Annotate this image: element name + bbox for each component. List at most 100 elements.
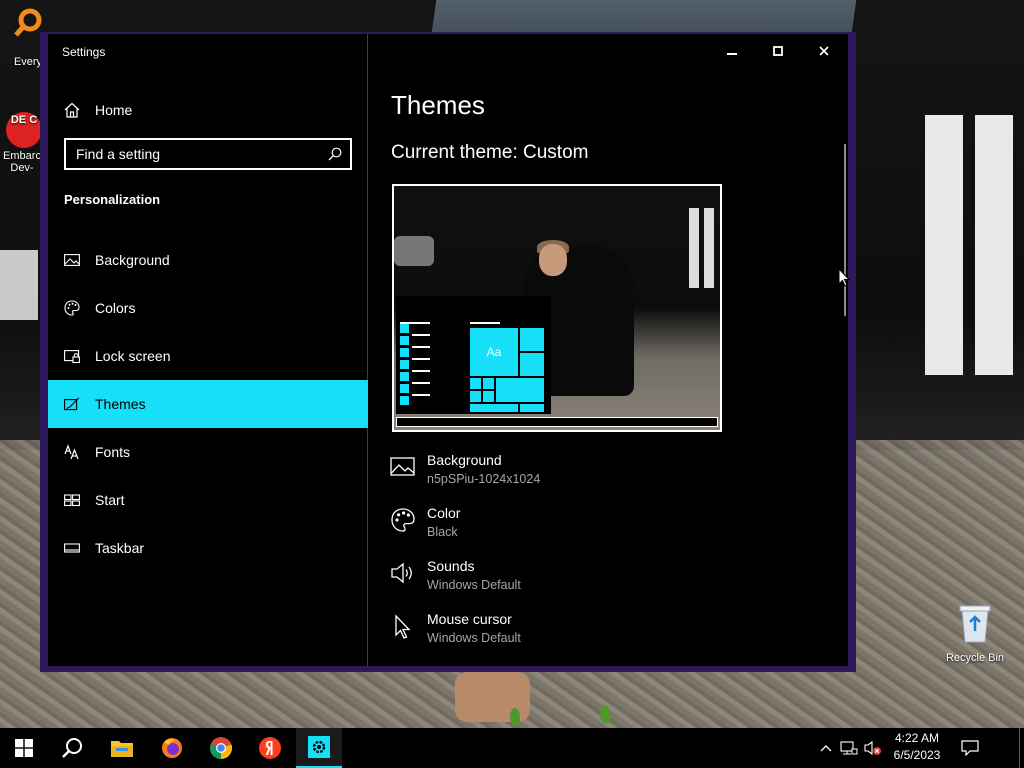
taskbar: 4:22 AM 6/5/2023	[0, 728, 1024, 768]
taskbar-settings[interactable]	[296, 728, 342, 768]
sidebar-item-lock-screen[interactable]: Lock screen	[48, 332, 368, 380]
preview-tile	[470, 404, 518, 412]
taskbar-search-button[interactable]	[48, 728, 96, 768]
recycle-bin-icon	[957, 602, 993, 644]
sidebar-nav: Background Colors Lock screen Themes Fon…	[48, 236, 368, 572]
volume-status[interactable]	[862, 728, 884, 768]
preview-tile	[400, 348, 409, 357]
preview-tile	[520, 404, 544, 412]
property-value: Windows Default	[427, 578, 521, 592]
property-title: Mouse cursor	[427, 611, 512, 627]
property-title: Color	[427, 505, 461, 521]
preview-tile	[520, 353, 544, 376]
maximize-button[interactable]	[755, 34, 801, 68]
picture-icon	[64, 252, 80, 268]
preview-taskbar	[396, 417, 718, 427]
preview-tile	[400, 360, 409, 369]
sidebar-item-background[interactable]: Background	[48, 236, 368, 284]
preview-stripe	[704, 208, 714, 288]
fonts-icon	[64, 444, 80, 460]
sidebar-item-fonts[interactable]: Fonts	[48, 428, 368, 476]
wallpaper-plant	[600, 705, 610, 723]
preview-line	[412, 358, 430, 360]
taskbar-yandex[interactable]	[246, 728, 294, 768]
preview-line	[412, 346, 430, 348]
preview-tile	[470, 378, 481, 389]
mouse-pointer	[838, 267, 851, 293]
home-label: Home	[95, 102, 133, 118]
close-icon	[819, 46, 829, 56]
preview-tile	[400, 336, 409, 345]
picture-icon	[390, 454, 416, 480]
window-title: Settings	[62, 45, 106, 59]
preview-tile	[483, 391, 494, 402]
firefox-icon	[162, 738, 182, 758]
desktop-icon-recycle-bin[interactable]: Recycle Bin	[942, 602, 1008, 664]
preview-tile	[400, 372, 409, 381]
wallpaper-stripe	[925, 115, 963, 375]
cursor-icon	[390, 613, 416, 639]
system-clock[interactable]: 4:22 AM 6/5/2023	[888, 730, 946, 764]
embarcadero-app-icon: DE C	[6, 112, 42, 148]
search-icon[interactable]	[328, 147, 342, 161]
sidebar-item-label: Fonts	[95, 444, 131, 460]
themes-content: Themes Current theme: Custom Aa Backgrou…	[369, 34, 848, 666]
maximize-icon	[773, 46, 783, 56]
sidebar-item-themes[interactable]: Themes	[48, 380, 368, 428]
taskbar-file-explorer[interactable]	[98, 728, 146, 768]
minimize-icon	[727, 53, 737, 55]
notification-icon	[961, 740, 979, 756]
gear-icon	[308, 736, 330, 758]
network-status[interactable]	[838, 728, 860, 768]
theme-color-setting[interactable]: Color Black	[390, 505, 460, 541]
search-app-icon	[13, 8, 43, 38]
preview-person-head	[539, 244, 567, 276]
windows-logo-icon	[15, 739, 33, 757]
sidebar-item-label: Start	[95, 492, 125, 508]
theme-mouse-cursor-setting[interactable]: Mouse cursor Windows Default	[390, 611, 521, 647]
sidebar-item-label: Background	[95, 252, 170, 268]
home-link[interactable]: Home	[64, 98, 132, 122]
show-hidden-icons-button[interactable]	[816, 728, 836, 768]
desktop-icon-label: Embarc Dev-	[3, 150, 41, 174]
preview-tile	[496, 378, 544, 402]
property-title: Background	[427, 452, 502, 468]
action-center-button[interactable]	[952, 728, 988, 768]
sidebar-item-colors[interactable]: Colors	[48, 284, 368, 332]
taskbar-firefox[interactable]	[148, 728, 196, 768]
minimize-button[interactable]	[709, 34, 755, 68]
sidebar-item-label: Taskbar	[95, 540, 145, 556]
taskbar-chrome[interactable]	[197, 728, 245, 768]
settings-window-body: Settings Home Personalization	[48, 34, 848, 666]
theme-background-setting[interactable]: Background n5pSPiu-1024x1024	[390, 452, 540, 488]
start-icon	[64, 492, 80, 508]
preview-line	[400, 322, 430, 324]
preview-start-mock: Aa	[396, 296, 551, 414]
settings-sidebar: Settings Home Personalization	[48, 34, 368, 666]
show-desktop-button[interactable]	[1019, 728, 1024, 768]
property-value: n5pSPiu-1024x1024	[427, 472, 541, 486]
wallpaper-stripe	[975, 115, 1013, 375]
preview-line	[412, 394, 430, 396]
settings-window: Settings Home Personalization	[40, 32, 856, 672]
preview-tile	[400, 324, 409, 333]
close-button[interactable]	[801, 34, 847, 68]
theme-preview: Aa	[392, 184, 722, 432]
page-title: Themes	[391, 90, 485, 120]
palette-icon	[64, 300, 80, 316]
preview-tile	[483, 378, 494, 389]
theme-sounds-setting[interactable]: Sounds Windows Default	[390, 558, 521, 594]
search-box[interactable]	[64, 138, 352, 170]
preview-tile	[520, 328, 544, 351]
property-value: Windows Default	[427, 631, 521, 645]
sidebar-item-taskbar[interactable]: Taskbar	[48, 524, 368, 572]
search-input[interactable]	[66, 145, 328, 163]
yandex-icon	[259, 737, 281, 759]
chevron-up-icon	[820, 745, 832, 752]
clock-time: 4:22 AM	[894, 731, 940, 745]
palette-icon	[390, 507, 416, 533]
start-button[interactable]	[0, 728, 48, 768]
desktop-icon-label: Recycle Bin	[945, 652, 1005, 664]
sidebar-item-start[interactable]: Start	[48, 476, 368, 524]
sidebar-item-label: Themes	[95, 396, 146, 412]
